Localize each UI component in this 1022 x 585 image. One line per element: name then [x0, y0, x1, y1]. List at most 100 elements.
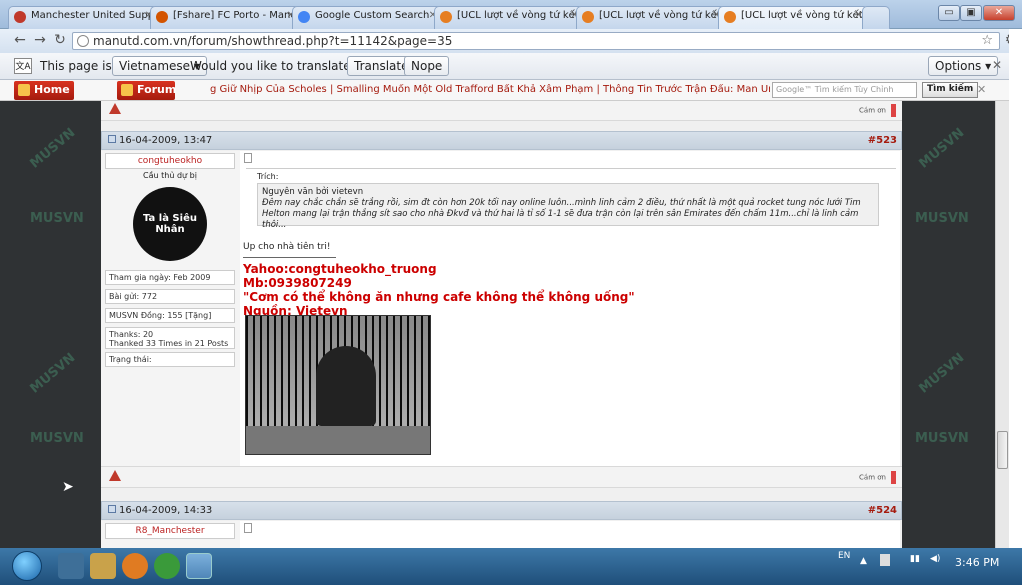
- tab-title: Manchester United Support: [31, 10, 158, 21]
- post-number[interactable]: #523: [868, 135, 897, 146]
- site-search-button[interactable]: Tìm kiếm: [922, 82, 979, 98]
- signature-line: "Cơm có thể không ăn nhưng cafe không th…: [243, 290, 635, 304]
- post-footer: Cám ơn: [101, 101, 902, 121]
- page-info-icon[interactable]: [77, 35, 89, 47]
- browser-tab[interactable]: Manchester United Support ✕: [8, 6, 158, 29]
- tab-favicon-icon: [724, 11, 736, 23]
- browser-tab[interactable]: [UCL lượt về vòng tứ kết] FC✕: [434, 6, 584, 29]
- back-icon[interactable]: ←: [12, 32, 28, 48]
- post-number[interactable]: #524: [868, 505, 897, 516]
- quote-author: Nguyên văn bởi vietevn: [262, 187, 364, 197]
- post-body: Trích: Nguyên văn bởi vietevn Đêm nay ch…: [240, 151, 900, 481]
- infobar-close-icon[interactable]: ✕: [992, 58, 1002, 72]
- address-bar[interactable]: manutd.com.vn/forum/showthread.php?t=111…: [72, 32, 1000, 50]
- chrome-taskbar-icon[interactable]: [186, 553, 212, 579]
- quote-label: Trích:: [257, 172, 279, 181]
- user-avatar[interactable]: Ta là Siêu Nhân: [133, 187, 207, 261]
- media-taskbar-icon[interactable]: [154, 553, 180, 579]
- topbar-close-icon[interactable]: ✕: [977, 83, 986, 96]
- volume-icon[interactable]: ◀): [930, 554, 940, 564]
- news-ticker[interactable]: g Giữ Nhịp Của Scholes | Smalling Muốn M…: [210, 84, 770, 95]
- user-thanks-received: Thanked 33 Times in 21 Posts: [109, 339, 229, 348]
- tab-favicon-icon: [582, 11, 594, 23]
- window-edge: [1009, 29, 1022, 548]
- windows-taskbar: EN ▲ ▮▮ ◀) 3:46 PM: [0, 548, 1022, 585]
- tab-title: [UCL lượt về vòng tứ kết] FC: [599, 10, 725, 21]
- forum-button[interactable]: Forum: [117, 81, 176, 100]
- new-tab-button[interactable]: [862, 6, 890, 29]
- language-indicator[interactable]: EN: [838, 551, 850, 561]
- watermark: MUSVN: [915, 431, 969, 446]
- thanks-label: Cám ơn: [859, 106, 886, 115]
- signature-line: Mb:0939807249: [243, 276, 352, 290]
- options-label: Options: [935, 59, 982, 73]
- translate-infobar: 文A This page is in Vietnamese ▾ Would yo…: [0, 53, 1022, 80]
- post-icon: [244, 153, 252, 163]
- language-value: Vietnamese: [119, 59, 191, 73]
- watermark: MUSVN: [30, 211, 84, 226]
- signature-line: Yahoo:congtuheokho_truong: [243, 262, 437, 276]
- browser-tab[interactable]: [UCL lượt về vòng tứ kết] FC✕: [576, 6, 726, 29]
- username-link[interactable]: R8_Manchester: [105, 523, 235, 539]
- tab-title: [UCL lượt về vòng tứ kết] FC: [457, 10, 583, 21]
- report-icon[interactable]: [109, 470, 121, 481]
- post-footer: Cám ơn: [101, 466, 902, 488]
- taskbar-clock[interactable]: 3:46 PM: [955, 556, 999, 569]
- reload-icon[interactable]: ↻: [52, 32, 68, 48]
- forum-icon: [121, 84, 133, 96]
- quote-box: Nguyên văn bởi vietevn Đêm nay chắc chắn…: [257, 183, 879, 230]
- tab-title: [UCL lượt về vòng tứ kết] FC: [741, 10, 867, 21]
- post-icon: [244, 523, 252, 533]
- start-button[interactable]: [12, 551, 42, 581]
- post-header: 16-04-2009, 14:33 #524: [101, 501, 902, 520]
- site-topbar: Home Forum g Giữ Nhịp Của Scholes | Smal…: [0, 80, 1022, 101]
- tab-favicon-icon: [440, 11, 452, 23]
- watermark: MUSVN: [27, 350, 79, 397]
- thanks-button[interactable]: Cám ơn: [859, 104, 896, 117]
- post-icon: [108, 505, 116, 513]
- user-info-column: R8_Manchester: [101, 521, 240, 548]
- signature-photo: [245, 315, 431, 455]
- bookmark-star-icon[interactable]: ☆: [981, 33, 993, 48]
- tab-title: [Fshare] FC Porto - Manche: [173, 10, 300, 21]
- browser-toolbar: ← → ↻ manutd.com.vn/forum/showthread.php…: [0, 29, 1022, 53]
- thanks-label: Cám ơn: [859, 473, 886, 482]
- tray-app-icon[interactable]: [880, 554, 890, 566]
- network-icon[interactable]: ▮▮: [910, 554, 920, 564]
- quote-text: Đêm nay chắc chắn sẽ trắng rồi, sim đt c…: [262, 198, 861, 230]
- explorer-taskbar-icon[interactable]: [90, 553, 116, 579]
- minimize-button[interactable]: ▭: [938, 5, 960, 21]
- firefox-taskbar-icon[interactable]: [122, 553, 148, 579]
- post-date: 16-04-2009, 14:33: [119, 505, 213, 516]
- tray-expand-icon[interactable]: ▲: [860, 556, 867, 566]
- forward-icon[interactable]: →: [32, 32, 48, 48]
- username-link[interactable]: congtuheokho: [105, 153, 235, 169]
- report-icon[interactable]: [109, 103, 121, 114]
- browser-tab[interactable]: Google Custom Search ✕: [292, 6, 442, 29]
- user-info-column: congtuheokho Cầu thủ dự bị Ta là Siêu Nh…: [101, 151, 240, 488]
- browser-tab[interactable]: [Fshare] FC Porto - Manche ✕: [150, 6, 300, 29]
- scrollbar-thumb[interactable]: [997, 431, 1008, 469]
- watermark: MUSVN: [916, 125, 968, 172]
- url-text: manutd.com.vn/forum/showthread.php?t=111…: [93, 34, 453, 48]
- user-post-count: Bài gửi: 772: [105, 289, 235, 304]
- post-header: 16-04-2009, 13:47 #523: [101, 131, 902, 150]
- ie-taskbar-icon[interactable]: [58, 553, 84, 579]
- browser-tab-active[interactable]: [UCL lượt về vòng tứ kết] FC✕: [718, 6, 868, 30]
- page-scrollbar[interactable]: [995, 101, 1009, 548]
- translate-options-button[interactable]: Options ▾: [928, 56, 999, 76]
- thanks-button[interactable]: Cám ơn: [859, 471, 896, 484]
- nope-button[interactable]: Nope: [404, 56, 450, 76]
- watermark: MUSVN: [915, 211, 969, 226]
- watermark: MUSVN: [30, 431, 84, 446]
- home-label: Home: [34, 83, 70, 96]
- thread-content: Cám ơn 16-04-2009, 13:47 #523 congtuheok…: [101, 101, 902, 548]
- home-button[interactable]: Home: [14, 81, 74, 100]
- user-rank: Cầu thủ dự bị: [143, 171, 197, 180]
- maximize-button[interactable]: ▣: [960, 5, 982, 21]
- tab-favicon-icon: [298, 11, 310, 23]
- user-musvn-coins[interactable]: MUSVN Đồng: 155 [Tặng]: [105, 308, 235, 323]
- site-search-input[interactable]: Google™ Tìm kiếm Tùy Chỉnh: [772, 82, 917, 98]
- avatar-text: Ta là Siêu Nhân: [143, 213, 197, 235]
- close-window-button[interactable]: ✕: [983, 5, 1015, 21]
